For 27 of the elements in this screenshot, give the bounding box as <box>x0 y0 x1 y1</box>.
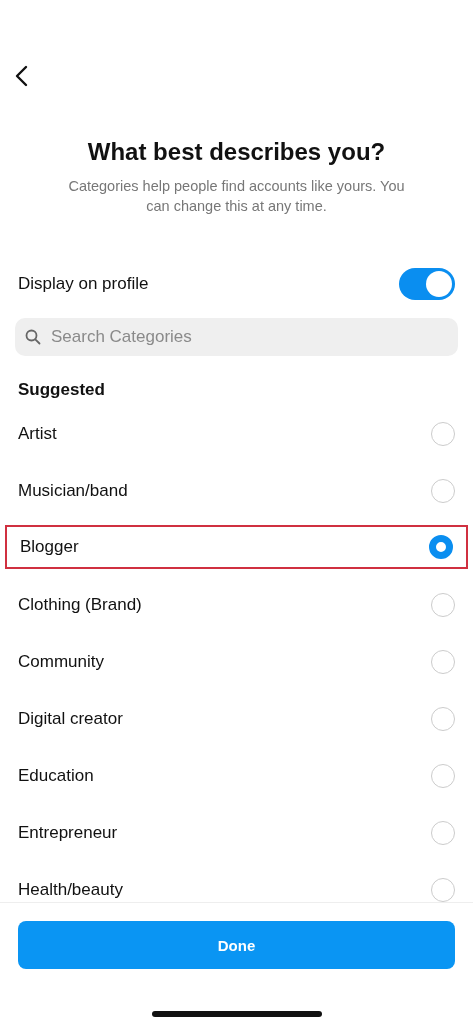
category-label: Clothing (Brand) <box>18 594 142 615</box>
back-icon[interactable] <box>14 65 28 87</box>
category-label: Digital creator <box>18 708 123 729</box>
search-field[interactable]: Search Categories <box>15 318 458 356</box>
highlighted-category-row[interactable]: Blogger <box>5 525 468 569</box>
search-icon <box>25 329 41 345</box>
category-row[interactable]: Community <box>5 633 468 690</box>
category-label: Blogger <box>20 537 79 557</box>
category-label: Musician/band <box>18 480 128 501</box>
section-heading: Suggested <box>18 380 106 400</box>
category-label: Artist <box>18 423 57 444</box>
page-subtitle: Categories help people find accounts like yours. You can change this at any time. <box>67 177 406 216</box>
category-row[interactable]: Artist <box>5 405 468 462</box>
category-label: Community <box>18 651 104 672</box>
display-toggle[interactable] <box>399 268 455 300</box>
category-label: Health/beauty <box>18 879 123 900</box>
category-row[interactable]: Clothing (Brand) <box>5 576 468 633</box>
radio-button[interactable] <box>429 535 453 559</box>
category-row[interactable]: Musician/band <box>5 462 468 519</box>
category-label: Entrepreneur <box>18 822 118 843</box>
category-row[interactable]: Digital creator <box>5 690 468 747</box>
category-row[interactable]: Entrepreneur <box>5 804 468 861</box>
toggle-label: Display on profile <box>18 274 149 294</box>
category-row[interactable]: Health/beauty <box>5 861 468 902</box>
category-label: Education <box>18 765 94 786</box>
category-row[interactable]: Education <box>5 747 468 804</box>
page-title: What best describes you? <box>86 138 387 166</box>
